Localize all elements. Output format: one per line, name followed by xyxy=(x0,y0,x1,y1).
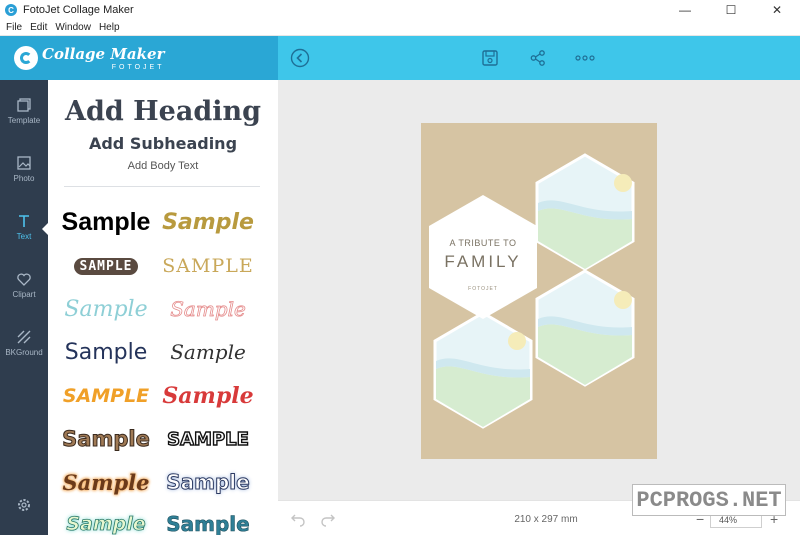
rail-label-photo: Photo xyxy=(13,174,35,183)
rail-item-template[interactable]: Template xyxy=(0,86,48,136)
text-sample[interactable]: Sample xyxy=(158,293,258,325)
app-icon: C xyxy=(5,4,17,16)
text-sample[interactable]: SAMPLE xyxy=(56,380,156,412)
text-sample[interactable]: Sample xyxy=(56,336,156,368)
menu-help[interactable]: Help xyxy=(99,22,120,33)
share-icon[interactable] xyxy=(526,46,550,70)
text-sample: SAMPLE xyxy=(73,257,139,275)
rail-item-clipart[interactable]: Clipart xyxy=(0,260,48,310)
text-sample[interactable]: Sample xyxy=(56,423,156,455)
add-subheading-button[interactable]: Add Subheading xyxy=(48,134,278,153)
text-sample[interactable]: Sample xyxy=(158,380,258,412)
canvas-fotojet-mark: FOTOJET xyxy=(468,286,498,292)
text-sample[interactable]: SAMPLE xyxy=(158,250,258,282)
text-sample[interactable]: Sample xyxy=(158,466,258,498)
background-icon xyxy=(17,330,31,344)
text-sample[interactable]: SAMPLE xyxy=(158,423,258,455)
photo-icon xyxy=(17,156,31,170)
window-title: FotoJet Collage Maker xyxy=(23,4,134,16)
text-panel: Add Heading Add Subheading Add Body Text… xyxy=(48,80,278,535)
text-sample[interactable]: Sample xyxy=(56,466,156,498)
logo: Collage Maker FOTOJET xyxy=(42,45,164,71)
back-circle-icon[interactable] xyxy=(288,46,312,70)
rail-label-template: Template xyxy=(7,116,41,125)
text-sample[interactable]: Sample xyxy=(158,508,258,535)
minimize-button[interactable]: — xyxy=(662,0,708,20)
rail-item-text[interactable]: Text xyxy=(0,202,48,252)
menu-bar: File Edit Window Help xyxy=(0,20,800,36)
canvas-family-text[interactable]: FAMILY xyxy=(429,252,537,272)
logo-sub: FOTOJET xyxy=(111,64,165,71)
add-heading-button[interactable]: Add Heading xyxy=(48,96,278,127)
text-icon xyxy=(19,215,29,227)
text-sample[interactable]: Sample xyxy=(56,293,156,325)
add-body-text-button[interactable]: Add Body Text xyxy=(48,160,278,172)
save-icon[interactable] xyxy=(478,46,502,70)
text-sample[interactable]: Sample xyxy=(56,508,156,535)
top-toolbar xyxy=(278,36,800,80)
menu-window[interactable]: Window xyxy=(55,22,91,33)
settings-button[interactable] xyxy=(0,480,48,530)
menu-edit[interactable]: Edit xyxy=(30,22,47,33)
canvas-tribute-text[interactable]: A TRIBUTE TO xyxy=(435,238,531,248)
logo-main: Collage Maker xyxy=(42,45,165,63)
workspace: A TRIBUTE TO FAMILY FOTOJET xyxy=(278,80,800,500)
photo-slot[interactable] xyxy=(433,311,533,429)
rail-label-background: BKGround xyxy=(5,348,43,357)
maximize-button[interactable]: ☐ xyxy=(708,0,754,20)
logo-icon xyxy=(14,46,38,70)
heart-icon xyxy=(17,273,31,286)
template-icon xyxy=(17,98,31,112)
photo-slot[interactable] xyxy=(535,269,635,387)
gear-icon xyxy=(18,499,30,511)
text-sample[interactable]: Sample xyxy=(56,206,156,238)
more-icon[interactable] xyxy=(573,46,597,70)
photo-slot[interactable] xyxy=(535,153,635,271)
left-rail: Template Photo Text Clipart BKGround xyxy=(0,80,48,535)
text-sample[interactable]: Sample xyxy=(158,206,258,238)
rail-item-background[interactable]: BKGround xyxy=(0,318,48,368)
logo-bar: Collage Maker FOTOJET xyxy=(0,36,278,80)
collage-canvas[interactable]: A TRIBUTE TO FAMILY FOTOJET xyxy=(421,123,657,459)
text-sample-pill[interactable]: SAMPLE xyxy=(56,250,156,282)
watermark: PCPROGS.NET xyxy=(632,484,786,516)
close-button[interactable]: ✕ xyxy=(754,0,800,20)
zoom-value: 44% xyxy=(719,515,738,525)
title-bar: C FotoJet Collage Maker — ☐ ✕ xyxy=(0,0,800,20)
panel-divider xyxy=(64,186,260,187)
text-sample[interactable]: Sample xyxy=(158,336,258,368)
rail-label-text: Text xyxy=(16,232,32,241)
rail-label-clipart: Clipart xyxy=(12,290,36,299)
menu-file[interactable]: File xyxy=(6,22,22,33)
rail-item-photo[interactable]: Photo xyxy=(0,144,48,194)
